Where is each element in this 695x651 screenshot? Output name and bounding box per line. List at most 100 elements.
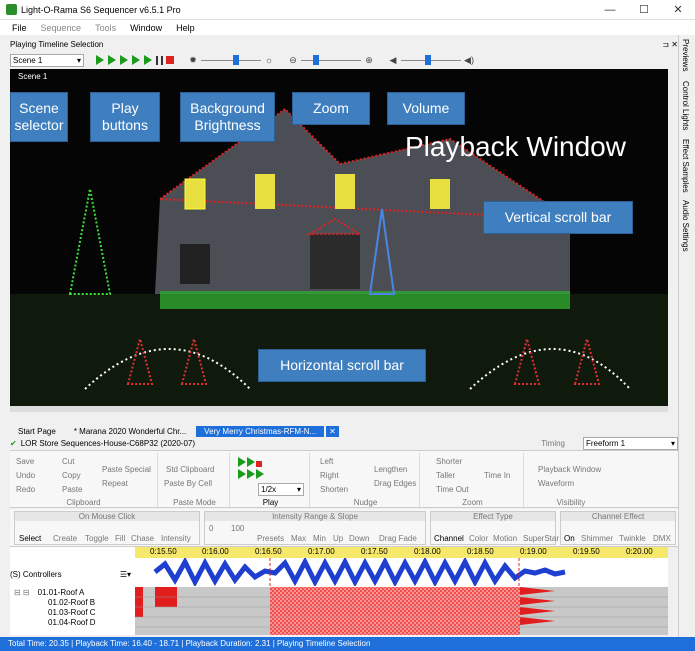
paste-by-cell-select[interactable]: Paste By Cell	[164, 479, 212, 488]
up-button[interactable]: Up	[333, 534, 343, 543]
zoom-out-icon[interactable]: ⊖	[288, 55, 298, 66]
expand-icon[interactable]: ⊟ ⊟	[14, 588, 30, 597]
channel-row[interactable]: 01.04-Roof D	[10, 617, 135, 627]
dmx-effect-button[interactable]: DMX	[653, 534, 671, 543]
menu-help[interactable]: Help	[176, 23, 195, 33]
min-intensity-input[interactable]: 0	[209, 524, 213, 533]
waveform-toggle[interactable]: Waveform	[538, 479, 574, 488]
zoom-slider[interactable]	[301, 54, 361, 66]
playback-window-toggle[interactable]: Playback Window	[538, 465, 601, 474]
taller-button[interactable]: Taller	[436, 471, 455, 480]
toggle-tool-button[interactable]: Toggle	[85, 534, 109, 543]
menu-tools[interactable]: Tools	[95, 23, 116, 33]
channel-row[interactable]: 01.02-Roof B	[10, 597, 135, 607]
channel-row[interactable]: 01.03-Roof C	[10, 607, 135, 617]
ribbon-play-loop-icon[interactable]	[238, 469, 265, 481]
stop-icon[interactable]	[166, 56, 174, 64]
panel-pin-close[interactable]: ⊐ ✕	[662, 40, 678, 51]
scene-selector[interactable]: Scene 1 ▾	[10, 53, 84, 67]
channel-row[interactable]: ⊟ ⊟ 01.01-Roof A	[10, 587, 135, 597]
std-clipboard-button[interactable]: Std Clipboard	[166, 465, 214, 474]
play-selection-icon[interactable]	[120, 55, 128, 65]
close-button[interactable]: ✕	[661, 0, 695, 20]
copy-button[interactable]: Copy	[62, 471, 81, 480]
sequence-grid[interactable]: 0:15.50 0:16.00 0:16.50 0:17.00 0:17.50 …	[10, 547, 668, 635]
fill-tool-button[interactable]: Fill	[115, 534, 125, 543]
callout-background-brightness: Background Brightness	[180, 92, 275, 142]
title-bar: Light-O-Rama S6 Sequencer v6.5.1 Pro — ☐…	[0, 0, 695, 20]
undo-button[interactable]: Undo	[16, 471, 35, 480]
play-icon[interactable]	[96, 55, 104, 65]
menu-sequence[interactable]: Sequence	[41, 23, 82, 33]
zoom-slider-thumb[interactable]	[313, 55, 319, 65]
brightness-slider[interactable]	[201, 54, 261, 66]
superstar-effect-type-button[interactable]: SuperStar	[523, 534, 559, 543]
time-in-button[interactable]: Time In	[484, 471, 510, 480]
callout-scene-selector: Scene selector	[10, 92, 68, 142]
color-effect-type-button[interactable]: Color	[469, 534, 488, 543]
intensity-tool-button[interactable]: Intensity	[161, 534, 191, 543]
menu-file[interactable]: File	[12, 23, 27, 33]
save-button[interactable]: Save	[16, 457, 34, 466]
paste-button[interactable]: Paste	[62, 485, 82, 494]
tab-marana-2020[interactable]: * Marana 2020 Wonderful Chr...	[66, 426, 194, 437]
menu-window[interactable]: Window	[130, 23, 162, 33]
motion-effect-type-button[interactable]: Motion	[493, 534, 517, 543]
paste-special-button[interactable]: Paste Special	[102, 465, 151, 474]
play-loop-icon[interactable]	[144, 55, 152, 65]
shorter-button[interactable]: Shorter	[436, 457, 462, 466]
on-effect-button[interactable]: On	[564, 534, 575, 543]
shorten-button[interactable]: Shorten	[320, 485, 348, 494]
pause-icon[interactable]	[156, 55, 163, 65]
time-ruler[interactable]: 0:15.50 0:16.00 0:16.50 0:17.00 0:17.50 …	[135, 547, 668, 558]
brightness-slider-thumb[interactable]	[232, 55, 239, 65]
shimmer-effect-button[interactable]: Shimmer	[581, 534, 613, 543]
tab-previews[interactable]: Previews	[681, 39, 690, 71]
menu-icon[interactable]: ☰▾	[120, 570, 131, 579]
nudge-right-button[interactable]: Right	[320, 471, 339, 480]
play-speed-select[interactable]: 1/2x ▾	[258, 483, 304, 496]
timing-selector[interactable]: Freeform 1 ▾	[583, 436, 678, 450]
playback-window[interactable]: Scene 1 Playback Window Scene selector P…	[10, 69, 668, 406]
play-from-cursor-icon[interactable]	[108, 55, 116, 65]
lengthen-button[interactable]: Lengthen	[374, 465, 407, 474]
channel-name: 01.02-Roof B	[48, 597, 96, 607]
minimize-button[interactable]: —	[593, 0, 627, 20]
max-button[interactable]: Max	[291, 534, 306, 543]
redo-button[interactable]: Redo	[16, 485, 35, 494]
nudge-left-button[interactable]: Left	[320, 457, 333, 466]
nudge-group: Left Right Shorten Lengthen Drag Edges N…	[312, 453, 420, 507]
tab-start-page[interactable]: Start Page	[10, 426, 64, 437]
select-tool-button[interactable]: Select	[19, 534, 41, 543]
audio-waveform[interactable]	[135, 558, 668, 586]
ribbon-play-icon[interactable]	[238, 457, 262, 469]
playback-toolbar: Scene 1 ▾ ✹ ☼ ⊖ ⊕ ◀ ◀)	[10, 52, 678, 68]
min-button[interactable]: Min	[313, 534, 326, 543]
twinkle-effect-button[interactable]: Twinkle	[619, 534, 646, 543]
presets-button[interactable]: Presets	[257, 534, 284, 543]
tab-effect-samples[interactable]: Effect Samples	[681, 139, 690, 193]
drag-edges-button[interactable]: Drag Edges	[374, 479, 416, 488]
effect-grid[interactable]	[135, 587, 668, 635]
drag-fade-button[interactable]: Drag Fade	[379, 534, 417, 543]
max-intensity-input[interactable]: 100	[231, 524, 244, 533]
volume-slider-thumb[interactable]	[425, 55, 431, 65]
horizontal-scroll-bar[interactable]	[10, 406, 668, 412]
cut-button[interactable]: Cut	[62, 457, 74, 466]
create-tool-button[interactable]: Create	[53, 534, 77, 543]
tab-audio-settings[interactable]: Audio Settings	[681, 200, 690, 252]
channel-effect-type-button[interactable]: Channel	[434, 534, 464, 543]
chase-tool-button[interactable]: Chase	[131, 534, 154, 543]
tab-control-lights[interactable]: Control Lights	[681, 81, 690, 130]
down-button[interactable]: Down	[349, 534, 369, 543]
repeat-button[interactable]: Repeat	[102, 479, 128, 488]
volume-slider[interactable]	[401, 54, 461, 66]
maximize-button[interactable]: ☐	[627, 0, 661, 20]
zoom-in-icon[interactable]: ⊕	[364, 55, 374, 66]
time-out-button[interactable]: Time Out	[436, 485, 469, 494]
group-row[interactable]: (S) Controllers ☰▾	[10, 569, 135, 579]
close-tab-button[interactable]: ✕	[326, 426, 339, 437]
tab-very-merry-christmas[interactable]: Very Merry Christmas-RFM-N...	[196, 426, 325, 437]
play-window-icon[interactable]	[132, 55, 140, 65]
visibility-group: Playback Window Waveform Visibility	[526, 453, 616, 507]
